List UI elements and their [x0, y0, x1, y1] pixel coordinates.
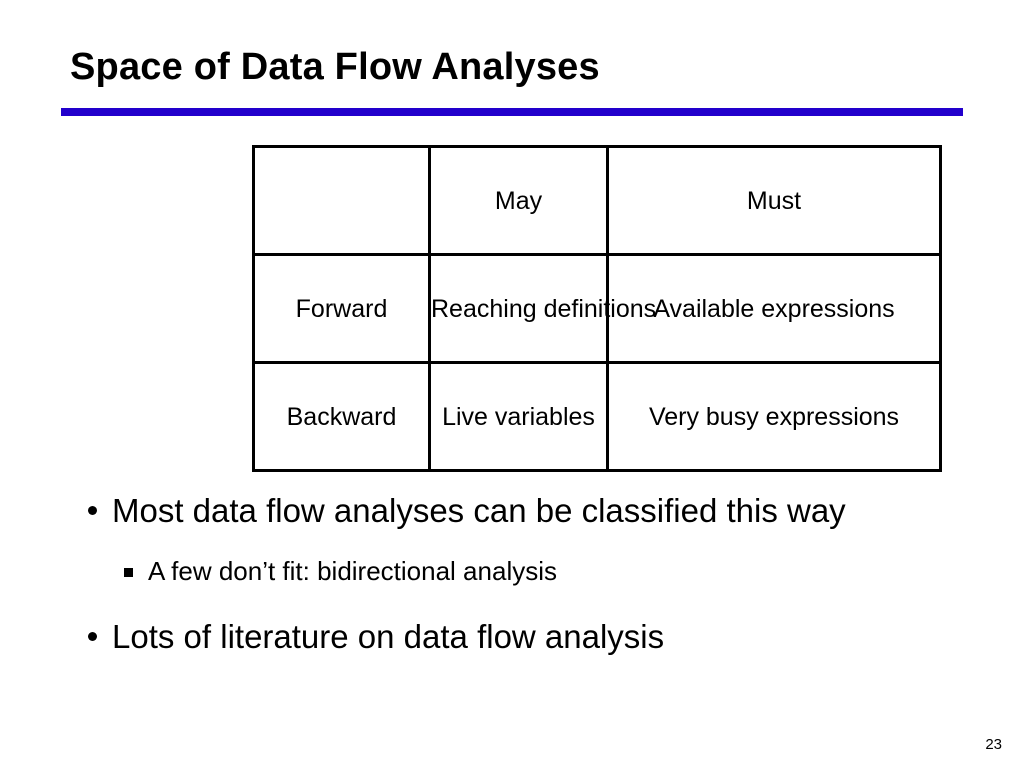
- table-row: Backward Live variables Very busy expres…: [252, 361, 942, 472]
- data-flow-analysis-table: May Must Forward Reaching definitions Av…: [252, 145, 942, 472]
- page-number: 23: [985, 736, 1002, 753]
- bullet-list: Most data flow analyses can be classifie…: [86, 486, 986, 662]
- list-item-label: Lots of literature on data flow analysis: [112, 618, 665, 655]
- round-bullet-icon: [88, 506, 97, 515]
- list-item-label: A few don’t fit: bidirectional analysis: [148, 556, 557, 586]
- table-header-may: May: [428, 145, 609, 256]
- table-cell-forward-must: Available expressions: [606, 253, 942, 364]
- square-bullet-icon: [124, 568, 133, 577]
- table-cell-direction-forward: Forward: [252, 253, 431, 364]
- list-item: A few don’t fit: bidirectional analysis: [86, 552, 986, 590]
- table-header-row: May Must: [252, 145, 942, 256]
- table-cell-backward-must: Very busy expressions: [606, 361, 942, 472]
- title-divider: [61, 108, 963, 116]
- round-bullet-icon: [88, 632, 97, 641]
- table-cell-backward-may: Live variables: [428, 361, 609, 472]
- table-header-corner-cell: [252, 145, 431, 256]
- table-cell-direction-backward: Backward: [252, 361, 431, 472]
- page-title: Space of Data Flow Analyses: [70, 46, 600, 88]
- table-cell-forward-may: Reaching definitions: [428, 253, 656, 364]
- table-header-must: Must: [606, 145, 942, 256]
- slide: Space of Data Flow Analyses May Must For…: [0, 0, 1024, 768]
- bullet-spacer: [86, 590, 986, 612]
- table-row: Forward Reaching definitions Available e…: [252, 253, 942, 364]
- list-item: Most data flow analyses can be classifie…: [86, 486, 986, 536]
- list-item-label: Most data flow analyses can be classifie…: [112, 492, 846, 529]
- list-item: Lots of literature on data flow analysis: [86, 612, 986, 662]
